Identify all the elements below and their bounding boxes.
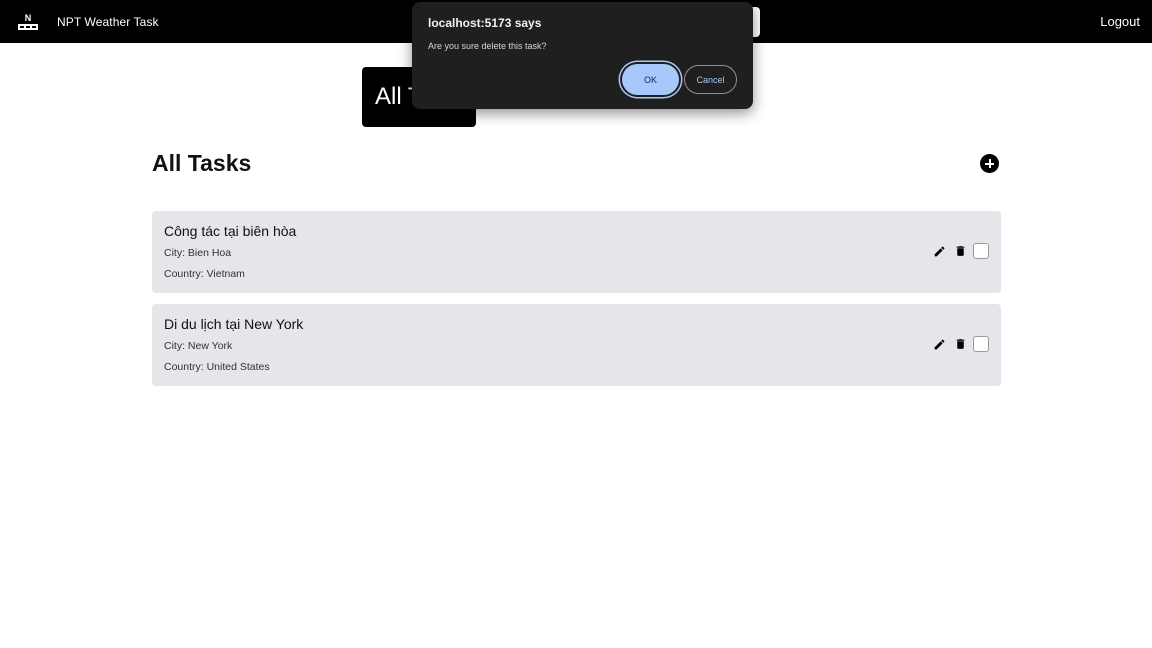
page-title: All Tasks bbox=[152, 150, 252, 176]
delete-task-button[interactable] bbox=[952, 336, 968, 352]
task-complete-checkbox[interactable] bbox=[973, 243, 989, 259]
svg-text:N: N bbox=[25, 13, 32, 23]
task-country: Country: Vietnam bbox=[164, 268, 245, 280]
edit-task-button[interactable] bbox=[931, 243, 947, 259]
trash-icon bbox=[956, 246, 964, 256]
task-city: City: New York bbox=[164, 340, 233, 352]
task-card: Di du lịch tại New York City: New York C… bbox=[152, 304, 1001, 386]
ok-button[interactable]: OK bbox=[622, 64, 679, 95]
task-actions bbox=[931, 336, 989, 352]
delete-task-button[interactable] bbox=[952, 243, 968, 259]
cancel-button[interactable]: Cancel bbox=[684, 65, 737, 94]
brand-link[interactable]: N NPT Weather Task bbox=[17, 13, 159, 31]
task-complete-checkbox[interactable] bbox=[973, 336, 989, 352]
task-city: City: Bien Hoa bbox=[164, 247, 232, 259]
edit-task-button[interactable] bbox=[931, 336, 947, 352]
npt-logo-icon: N bbox=[18, 13, 38, 30]
task-title: Công tác tại biên hòa bbox=[164, 223, 297, 239]
trash-icon bbox=[956, 339, 964, 349]
brand-name: NPT Weather Task bbox=[57, 14, 159, 29]
dialog-title: localhost:5173 says bbox=[428, 16, 542, 30]
pencil-icon bbox=[934, 339, 944, 349]
task-title: Di du lịch tại New York bbox=[164, 316, 304, 332]
add-task-button[interactable] bbox=[980, 154, 999, 173]
task-list: Công tác tại biên hòa City: Bien Hoa Cou… bbox=[152, 211, 1001, 397]
pencil-icon bbox=[934, 246, 944, 256]
dialog-message: Are you sure delete this task? bbox=[428, 41, 547, 51]
task-card: Công tác tại biên hòa City: Bien Hoa Cou… bbox=[152, 211, 1001, 293]
task-actions bbox=[931, 243, 989, 259]
confirm-dialog: localhost:5173 says Are you sure delete … bbox=[412, 2, 753, 109]
task-country: Country: United States bbox=[164, 361, 270, 373]
logout-link[interactable]: Logout bbox=[1100, 14, 1140, 29]
